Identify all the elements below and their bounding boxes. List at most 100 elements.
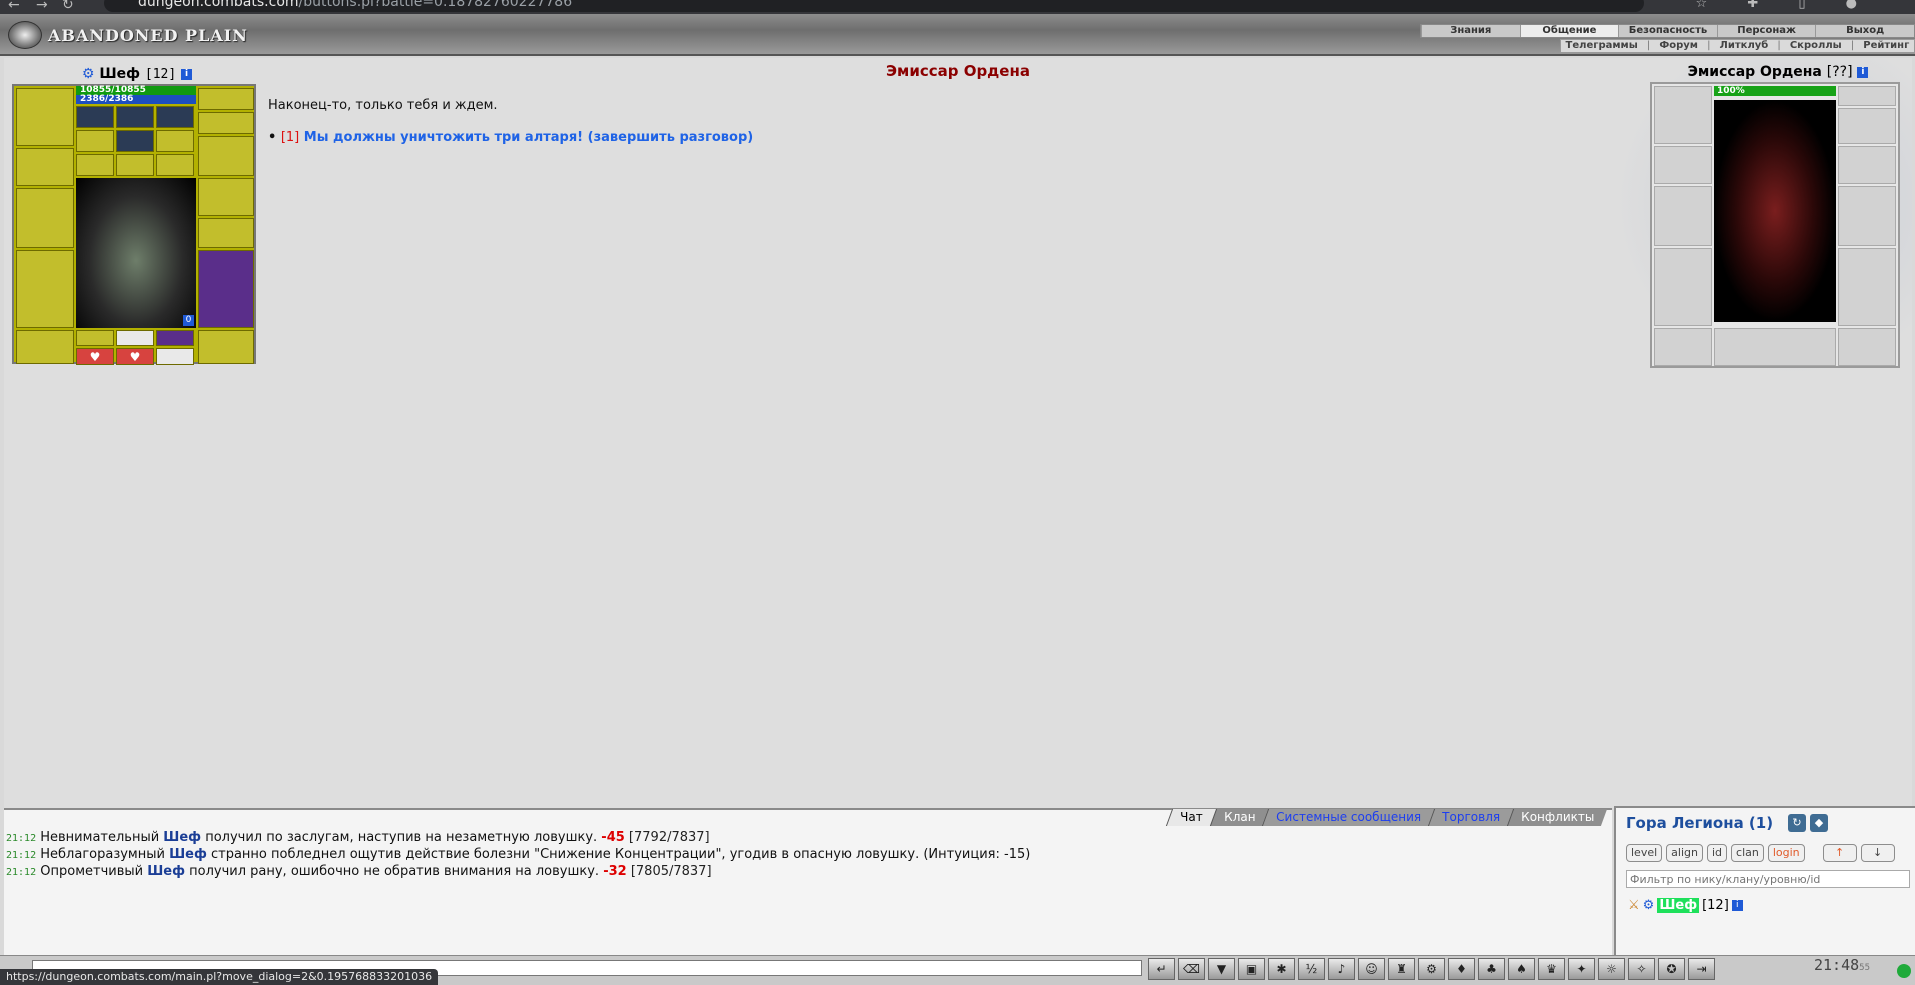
submenu-scrolls[interactable]: Скроллы [1790,40,1842,52]
gloves-slot[interactable] [198,178,254,216]
settings-icon[interactable]: ⚙ [1418,958,1445,980]
buff-icon-8[interactable]: ✪ [1658,958,1685,980]
buff-icon-5[interactable]: ✦ [1568,958,1595,980]
eraser-icon[interactable]: ⌫ [1178,958,1205,980]
address-bar[interactable]: dungeon.combats.com/buttons.pl?battle=0.… [104,0,1644,12]
clan-icon[interactable]: ♜ [1388,958,1415,980]
chat-line: 21:12 Опрометчивый Шеф получил рану, оши… [6,864,712,879]
user-row[interactable]: ⚔ ⚙ Шеф [12] i [1628,898,1743,913]
chat-nick[interactable]: Шеф [163,830,201,845]
menu-exit[interactable]: Выход [1815,25,1914,37]
user-nick[interactable]: Шеф [1657,898,1700,913]
sound-icon[interactable]: ♪ [1328,958,1355,980]
submenu-forum[interactable]: Форум [1659,40,1698,52]
menu-character[interactable]: Персонаж [1716,25,1816,37]
filter-level-button[interactable]: level [1626,844,1663,862]
submenu-telegrams[interactable]: Телеграммы [1566,40,1638,52]
reload-icon[interactable]: ↻ [62,0,74,13]
quick-slot-3[interactable] [156,330,194,346]
tab-trade[interactable]: Торговля [1427,809,1513,826]
chat-nick[interactable]: Шеф [169,847,207,862]
gems-slot[interactable] [156,154,194,176]
translit-icon[interactable]: ½ [1298,958,1325,980]
item-slot-a[interactable] [198,88,254,110]
location-title[interactable]: Гора Легиона (1) [1626,814,1773,832]
forward-icon[interactable]: → [36,0,48,13]
tab-clan[interactable]: Клан [1209,809,1269,826]
menu-security[interactable]: Безопасность [1618,25,1717,37]
filter-clan-button[interactable]: clan [1731,844,1764,862]
player-avatar[interactable]: 0 [76,178,196,328]
sort-up-button[interactable]: ↑ [1822,844,1857,862]
buff-icon-4[interactable]: ♛ [1538,958,1565,980]
logo[interactable]: ABANDONED PLAIN [8,20,248,50]
filter-icon[interactable]: ▼ [1208,958,1235,980]
buff-icon-7[interactable]: ✧ [1628,958,1655,980]
rune-slot-2[interactable] [116,106,154,128]
sort-down-button[interactable]: ↓ [1860,844,1895,862]
buff-icon-1[interactable]: ♦ [1448,958,1475,980]
browser-extension-icons[interactable]: ☆ ✚ ▯ ● [1696,0,1875,11]
url-host: dungeon.combats.com [138,0,299,10]
option-link[interactable]: Мы должны уничтожить три алтаря! (заверш… [304,130,753,145]
quick-slot-4[interactable] [156,348,194,365]
filter-login-button[interactable]: login [1767,844,1805,862]
filter-id-button[interactable]: id [1706,844,1728,862]
npc-leggings-slot [1838,248,1896,326]
npc-info-icon[interactable]: i [1857,66,1869,78]
item-slot-c[interactable] [198,136,254,176]
submenu-rating[interactable]: Рейтинг [1863,40,1909,52]
npc-belt-items [1714,328,1836,366]
chat-nick[interactable]: Шеф [147,864,185,879]
location-panel: Гора Легиона (1) ↻ ◆ level align id clan… [1614,806,1915,955]
back-icon[interactable]: ← [8,0,20,13]
heart-icon[interactable]: ♥ [76,348,114,365]
refresh-icon[interactable]: ↻ [1788,814,1806,832]
submenu-litclub[interactable]: Литклуб [1720,40,1769,52]
ring-slot-2[interactable] [116,130,154,152]
smile-icon[interactable]: ☺ [1358,958,1385,980]
rune-slot-3[interactable] [156,106,194,128]
option-number: [1] [280,130,300,145]
map-icon[interactable]: ◆ [1810,814,1828,832]
earrings-slot[interactable] [116,154,154,176]
rune-slot-1[interactable] [76,106,114,128]
leggings-slot[interactable] [198,250,254,328]
player-name[interactable]: Шеф [99,66,140,82]
buff-icon-2[interactable]: ♣ [1478,958,1505,980]
filter-align-button[interactable]: align [1666,844,1703,862]
amulet-slot[interactable] [76,154,114,176]
bracers-slot[interactable] [16,148,74,186]
logo-emblem-icon [8,21,42,49]
tab-chat[interactable]: Чат [1165,809,1216,826]
tab-system-messages[interactable]: Системные сообщения [1261,809,1435,826]
logo-text: ABANDONED PLAIN [48,25,248,45]
armor-slot[interactable] [16,250,74,328]
ring-slot-1[interactable] [76,130,114,152]
fight-icon[interactable]: ✱ [1268,958,1295,980]
user-info-icon[interactable]: i [1731,900,1743,911]
send-icon[interactable]: ↵ [1148,958,1175,980]
menu-knowledge[interactable]: Знания [1421,25,1520,37]
player-info-icon[interactable]: i [181,68,193,80]
quick-slot-2[interactable] [116,330,154,346]
user-filter-input[interactable] [1626,870,1910,888]
tab-conflicts[interactable]: Конфликты [1506,809,1608,826]
item-slot-b[interactable] [198,112,254,134]
buff-icon-6[interactable]: ☼ [1598,958,1625,980]
quick-slot-1[interactable] [76,330,114,346]
weapon-slot[interactable] [16,188,74,248]
buff-icon-3[interactable]: ♠ [1508,958,1535,980]
npc-name[interactable]: Эмиссар Ордена [1688,64,1822,80]
menu-communication[interactable]: Общение [1519,25,1619,37]
dialog-option[interactable]: • [1] Мы должны уничтожить три алтаря! (… [268,130,753,145]
belt-slot[interactable] [16,330,74,364]
boots-slot[interactable] [198,330,254,364]
ring-slot-3[interactable] [156,130,194,152]
save-icon[interactable]: ▣ [1238,958,1265,980]
exit-icon[interactable]: ⇥ [1688,958,1715,980]
helmet-slot[interactable] [16,88,74,146]
main-area: Эмиссар Ордена ⚙ Шеф [12] i 10855/10855 … [4,58,1912,808]
shield-slot[interactable] [198,218,254,248]
heart-icon[interactable]: ♥ [116,348,154,365]
